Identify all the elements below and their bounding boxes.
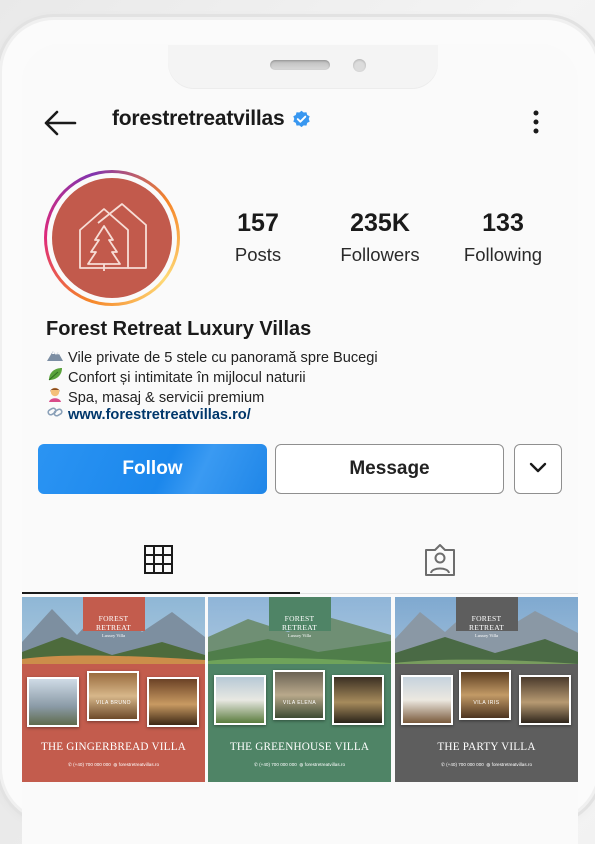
post-web: forestretreatvillas.ro: [304, 762, 346, 767]
front-camera: [353, 59, 366, 72]
post-thumbnail[interactable]: FOREST RETREAT Luxury Villa VILA BRUNO T…: [22, 597, 205, 782]
post-phone: (+40) 700 000 000: [73, 762, 111, 767]
post-brand: FOREST RETREAT: [468, 614, 504, 632]
globe-icon: ◍: [299, 762, 304, 767]
stat-followers[interactable]: 235K Followers: [320, 208, 440, 266]
mountain-icon: [46, 348, 64, 366]
followers-count: 235K: [350, 209, 410, 237]
post-brand: FOREST RETREAT: [281, 614, 317, 632]
following-count: 133: [482, 209, 524, 237]
profile-website-link[interactable]: www.forestretreatvillas.ro/: [68, 407, 251, 423]
speaker-grille: [270, 60, 330, 70]
profile-display-name: Forest Retreat Luxury Villas: [46, 318, 312, 340]
post-villa-title: THE GREENHOUSE VILLA: [229, 741, 370, 753]
globe-icon: ◍: [113, 762, 118, 767]
bio-line: Confort și intimitate în mijlocul naturi…: [46, 367, 306, 386]
back-arrow-icon[interactable]: [42, 108, 78, 138]
stat-posts[interactable]: 157 Posts: [198, 208, 318, 266]
phone-icon: ✆: [67, 762, 72, 767]
post-thumbnail[interactable]: FOREST RETREAT Luxury Villa VILA ELENA T…: [208, 597, 391, 782]
post-photo-interior: [273, 670, 325, 720]
bio-text-1: Vile private de 5 stele cu panoramă spre…: [68, 350, 378, 366]
spa-person-icon: [46, 386, 64, 406]
post-photo-interior: [87, 671, 139, 721]
posts-count: 157: [237, 209, 279, 237]
bio-text-2: Confort și intimitate în mijlocul naturi…: [68, 370, 306, 386]
bio-line: Spa, masaj & servicii premium: [46, 386, 264, 406]
bio-line: Vile private de 5 stele cu panoramă spre…: [46, 348, 378, 366]
post-brand-badge: FOREST RETREAT Luxury Villa: [455, 597, 518, 638]
leaf-icon: [46, 367, 64, 386]
grid-icon[interactable]: [143, 543, 177, 579]
post-web: forestretreatvillas.ro: [118, 762, 160, 767]
tagged-icon[interactable]: [423, 543, 457, 579]
post-vila-name: VILA BRUNO: [95, 700, 131, 706]
post-contact: ✆ (+40) 700 000 000 ◍ forestretreatvilla…: [395, 762, 578, 768]
profile-handle: forestretreatvillas: [112, 107, 285, 130]
post-brand-sub: Luxury Villa: [101, 633, 126, 638]
post-brand-badge: FOREST RETREAT Luxury Villa: [82, 597, 145, 638]
suggested-dropdown-button[interactable]: [514, 444, 562, 494]
forest-retreat-logo-icon: [52, 178, 172, 298]
post-villa-title: THE GINGERBREAD VILLA: [40, 741, 187, 753]
post-phone: (+40) 700 000 000: [446, 762, 484, 767]
stat-following[interactable]: 133 Following: [443, 208, 563, 266]
profile-header: forestretreatvillas: [112, 107, 311, 131]
post-brand-sub: Luxury Villa: [474, 633, 499, 638]
more-options-icon[interactable]: [524, 108, 548, 136]
bio-line: www.forestretreatvillas.ro/: [46, 405, 251, 423]
active-tab-indicator: [22, 592, 300, 594]
tab-divider: [300, 593, 578, 594]
phone-icon: ✆: [440, 762, 445, 767]
link-icon: [46, 405, 64, 423]
posts-label: Posts: [234, 244, 282, 265]
bio-text-3: Spa, masaj & servicii premium: [68, 390, 265, 406]
profile-avatar[interactable]: [44, 170, 180, 306]
follow-button[interactable]: Follow: [38, 444, 267, 494]
globe-icon: ◍: [486, 762, 491, 767]
post-thumbnail[interactable]: FOREST RETREAT Luxury Villa VILA IRIS TH…: [395, 597, 578, 782]
followers-label: Followers: [340, 244, 420, 265]
post-web: forestretreatvillas.ro: [491, 762, 533, 767]
post-villa-title: THE PARTY VILLA: [437, 741, 536, 753]
post-brand: FOREST RETREAT: [95, 614, 131, 632]
post-photo-interior: [459, 670, 511, 720]
chevron-down-icon: [529, 458, 547, 480]
post-vila-name: VILA ELENA: [282, 700, 317, 706]
message-button[interactable]: Message: [275, 444, 504, 494]
post-vila-name: VILA IRIS: [473, 700, 500, 706]
verified-badge-icon: [292, 110, 311, 129]
post-brand-sub: Luxury Villa: [287, 633, 312, 638]
following-label: Following: [463, 244, 543, 265]
phone-icon: ✆: [253, 762, 258, 767]
post-contact: ✆ (+40) 700 000 000 ◍ forestretreatvilla…: [208, 762, 391, 768]
post-contact: ✆ (+40) 700 000 000 ◍ forestretreatvilla…: [22, 762, 205, 768]
post-phone: (+40) 700 000 000: [259, 762, 297, 767]
post-brand-badge: FOREST RETREAT Luxury Villa: [268, 597, 331, 638]
